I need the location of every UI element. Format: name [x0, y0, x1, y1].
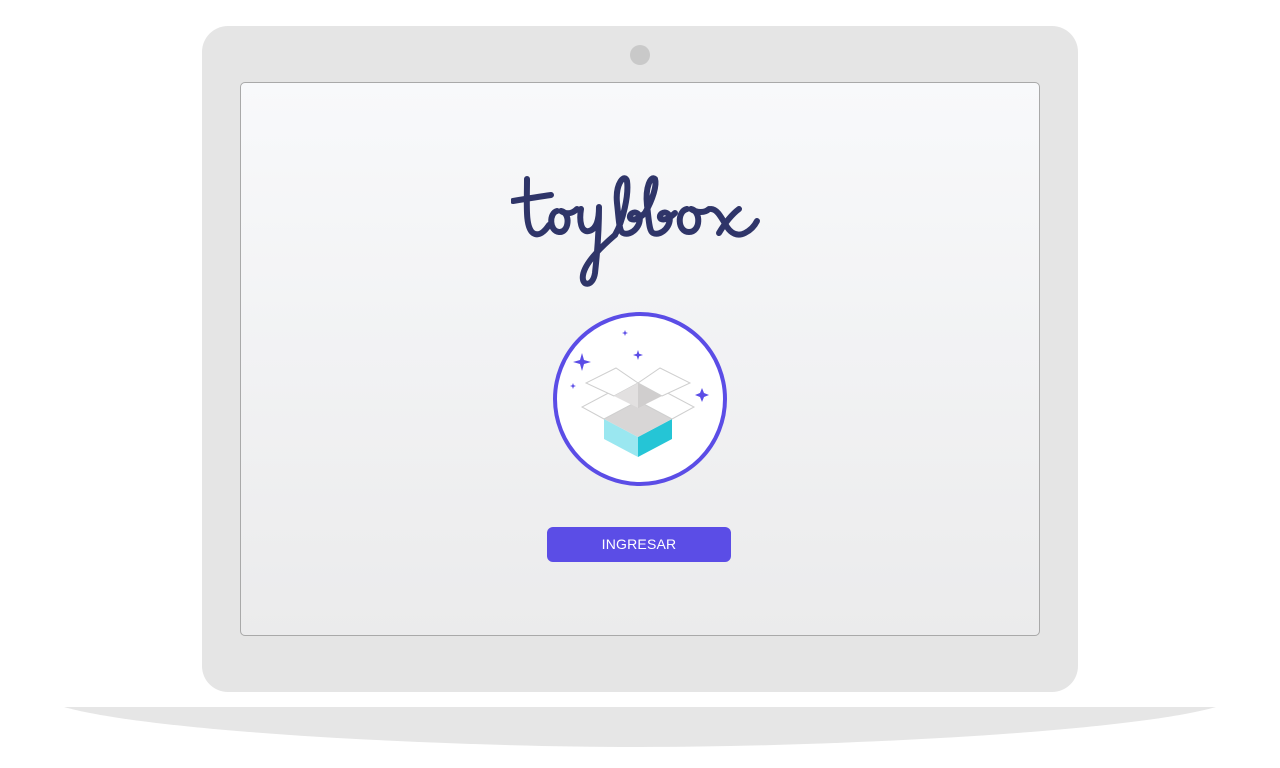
laptop-frame: toybox — [202, 26, 1078, 692]
open-box-sparkles-icon — [552, 311, 728, 487]
toybox-logo: toybox — [511, 175, 769, 295]
laptop-base — [64, 707, 1216, 747]
webcam-icon — [630, 45, 650, 65]
stage: toybox — [0, 0, 1280, 768]
laptop-screen: toybox — [240, 82, 1040, 636]
login-button[interactable]: INGRESAR — [547, 527, 731, 562]
logo-script-icon — [511, 175, 760, 287]
